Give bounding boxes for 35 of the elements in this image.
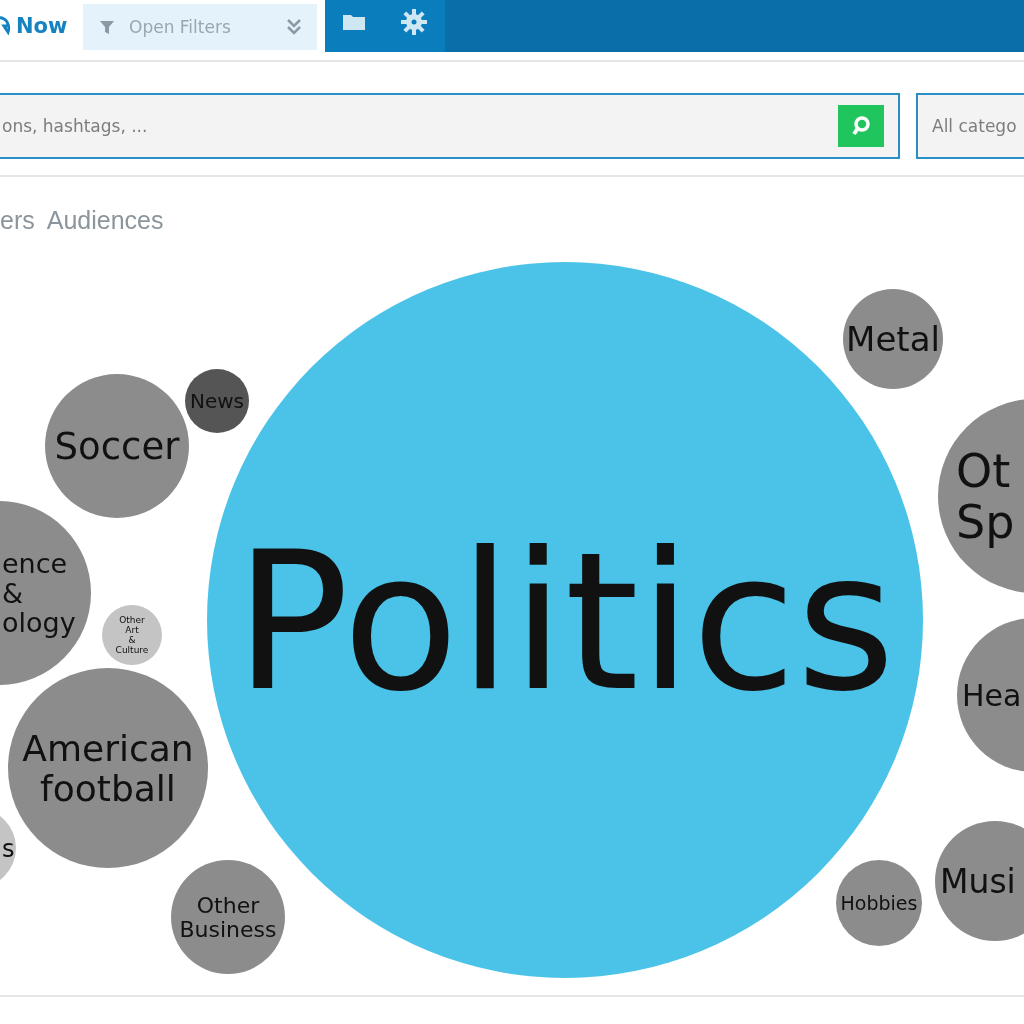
bubble[interactable] [843,289,943,389]
bubble-label: Other Business [179,892,277,942]
bubble-label: Other Art & Culture [115,615,149,656]
bubble-label: Ot Sp [956,444,1015,549]
double-chevron-icon [285,18,303,36]
search-field[interactable]: ons, hashtags, ... [0,93,900,159]
bubble-label: ence & ology [2,548,76,639]
bubble-label: Metal [846,319,940,360]
folder-icon[interactable] [342,13,366,31]
bubble-label: American football [22,728,194,809]
bubble-label: s [2,834,15,863]
bubble[interactable] [938,399,1024,593]
bubble-label: Hobbies [840,891,918,914]
now-label[interactable]: Now [16,14,68,38]
bubble[interactable] [185,369,249,433]
bubble[interactable] [957,618,1024,772]
tab[interactable]: Audiences [46,205,164,235]
bubble[interactable] [45,374,189,518]
filter-icon [99,19,115,35]
settings-icon[interactable] [400,8,428,36]
category-dropdown[interactable]: All catego [916,93,1024,159]
bubble[interactable] [935,821,1024,941]
bubble-label: News [190,389,244,414]
bubble-label: Politics [234,512,896,734]
tab[interactable]: ers [0,205,35,235]
open-filters-button[interactable]: Open Filters [83,4,317,50]
search-icon [850,115,872,137]
refresh-icon [0,15,10,37]
bubble[interactable] [0,501,91,685]
bubble[interactable] [171,860,285,974]
bubble[interactable] [102,605,162,665]
bubble-label: Hea [962,677,1022,713]
bubble[interactable] [836,860,922,946]
bubble-label: Soccer [54,425,180,469]
bubble-label: Musi [940,861,1016,901]
